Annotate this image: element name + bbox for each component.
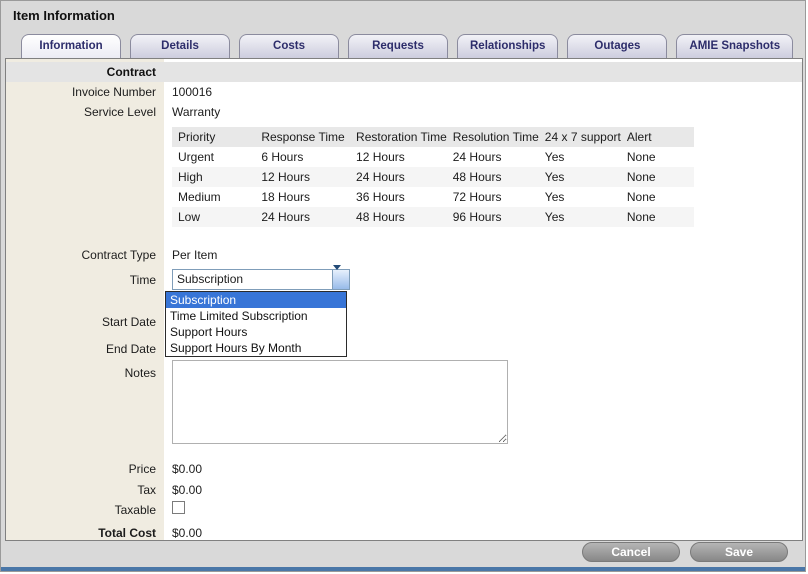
- table-cell: Low: [172, 207, 255, 227]
- total-cost-value: $0.00: [172, 526, 202, 540]
- section-header-label: Contract: [6, 62, 156, 82]
- dropdown-arrow-icon[interactable]: [332, 270, 349, 289]
- titlebar: Item Information: [1, 1, 805, 33]
- invoice-number-label: Invoice Number: [6, 85, 156, 99]
- table-cell: 36 Hours: [350, 187, 447, 207]
- invoice-number-value: 100016: [172, 85, 212, 99]
- col-header-alert: Alert: [621, 127, 694, 147]
- service-level-label: Service Level: [6, 105, 156, 119]
- table-cell: Yes: [539, 207, 621, 227]
- table-cell: 48 Hours: [447, 167, 539, 187]
- col-header-24x7-support: 24 x 7 support: [539, 127, 621, 147]
- start-date-label: Start Date: [6, 315, 156, 329]
- cancel-button[interactable]: Cancel: [582, 542, 680, 562]
- service-level-value: Warranty: [172, 105, 220, 119]
- time-label: Time: [6, 273, 156, 287]
- sla-header-row: Priority Response Time Restoration Time …: [172, 127, 694, 147]
- table-cell: None: [621, 187, 694, 207]
- contract-type-label: Contract Type: [6, 248, 156, 262]
- dropdown-option-support-hours-by-month[interactable]: Support Hours By Month: [166, 340, 346, 356]
- sla-table: Priority Response Time Restoration Time …: [172, 127, 694, 227]
- table-row: Low 24 Hours 48 Hours 96 Hours Yes None: [172, 207, 694, 227]
- notes-textarea[interactable]: [172, 360, 508, 444]
- tax-label: Tax: [6, 483, 156, 497]
- table-cell: Yes: [539, 187, 621, 207]
- col-header-priority: Priority: [172, 127, 255, 147]
- notes-label: Notes: [6, 366, 156, 380]
- tab-amie-snapshots[interactable]: AMIE Snapshots: [676, 34, 793, 58]
- contract-type-value: Per Item: [172, 248, 217, 262]
- price-label: Price: [6, 462, 156, 476]
- content-panel: Contract Invoice Number 100016 Service L…: [5, 58, 803, 541]
- taxable-label: Taxable: [6, 503, 156, 517]
- table-row: Medium 18 Hours 36 Hours 72 Hours Yes No…: [172, 187, 694, 207]
- tab-information[interactable]: Information: [21, 34, 121, 58]
- tax-value: $0.00: [172, 483, 202, 497]
- page-title: Item Information: [13, 8, 115, 23]
- table-cell: 24 Hours: [350, 167, 447, 187]
- table-cell: Yes: [539, 147, 621, 167]
- total-cost-label: Total Cost: [6, 526, 156, 540]
- table-cell: High: [172, 167, 255, 187]
- tab-requests[interactable]: Requests: [348, 34, 448, 58]
- table-cell: Yes: [539, 167, 621, 187]
- dropdown-option-time-limited-subscription[interactable]: Time Limited Subscription: [166, 308, 346, 324]
- section-header-contract: Contract: [6, 62, 802, 82]
- dropdown-option-subscription[interactable]: Subscription: [166, 292, 346, 308]
- table-row: Urgent 6 Hours 12 Hours 24 Hours Yes Non…: [172, 147, 694, 167]
- table-cell: 24 Hours: [255, 207, 350, 227]
- dropdown-option-support-hours[interactable]: Support Hours: [166, 324, 346, 340]
- col-header-response-time: Response Time: [255, 127, 350, 147]
- item-information-window: Item Information Information Details Cos…: [0, 0, 806, 572]
- table-cell: 72 Hours: [447, 187, 539, 207]
- tab-details[interactable]: Details: [130, 34, 230, 58]
- table-cell: 12 Hours: [350, 147, 447, 167]
- table-cell: None: [621, 147, 694, 167]
- price-value: $0.00: [172, 462, 202, 476]
- table-row: High 12 Hours 24 Hours 48 Hours Yes None: [172, 167, 694, 187]
- col-header-restoration-time: Restoration Time: [350, 127, 447, 147]
- col-header-resolution-time: Resolution Time: [447, 127, 539, 147]
- footer-accent-line: [1, 567, 805, 571]
- table-cell: None: [621, 207, 694, 227]
- tab-costs[interactable]: Costs: [239, 34, 339, 58]
- table-cell: Urgent: [172, 147, 255, 167]
- table-cell: 48 Hours: [350, 207, 447, 227]
- time-select[interactable]: Subscription: [172, 269, 350, 290]
- table-cell: 18 Hours: [255, 187, 350, 207]
- tab-outages[interactable]: Outages: [567, 34, 667, 58]
- tab-bar: Information Details Costs Requests Relat…: [21, 34, 793, 58]
- time-select-value: Subscription: [177, 272, 243, 286]
- taxable-checkbox[interactable]: [172, 501, 185, 514]
- table-cell: None: [621, 167, 694, 187]
- time-dropdown-list: Subscription Time Limited Subscription S…: [165, 291, 347, 357]
- table-cell: 6 Hours: [255, 147, 350, 167]
- table-cell: 96 Hours: [447, 207, 539, 227]
- table-cell: 24 Hours: [447, 147, 539, 167]
- save-button[interactable]: Save: [690, 542, 788, 562]
- table-cell: 12 Hours: [255, 167, 350, 187]
- end-date-label: End Date: [6, 342, 156, 356]
- table-cell: Medium: [172, 187, 255, 207]
- tab-relationships[interactable]: Relationships: [457, 34, 558, 58]
